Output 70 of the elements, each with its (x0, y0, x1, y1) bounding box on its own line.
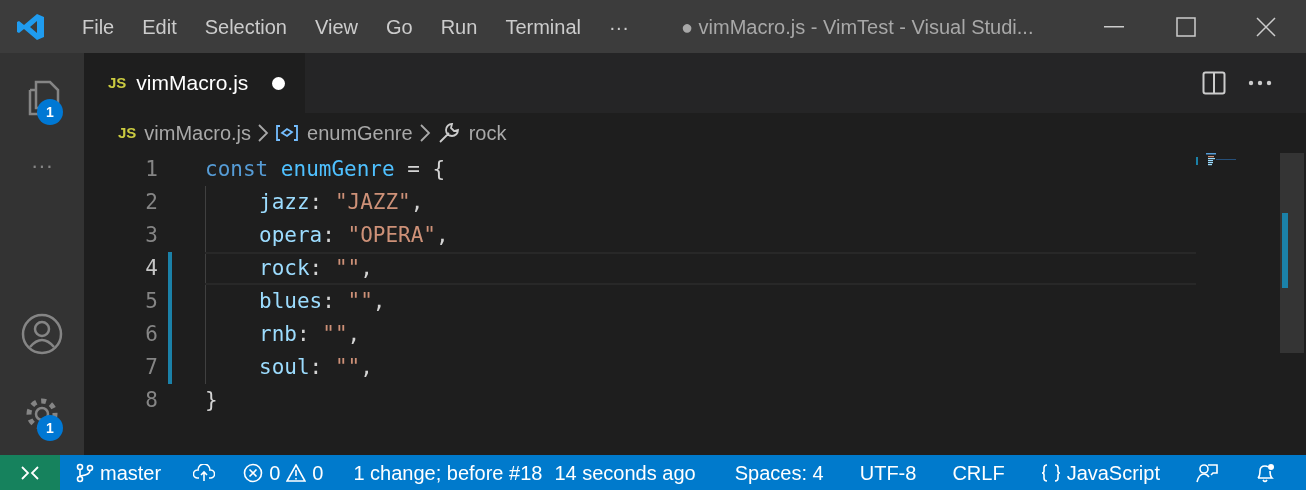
settings-button[interactable]: 1 (17, 389, 67, 439)
feedback-icon[interactable] (1196, 461, 1218, 484)
tab-label: vimMacro.js (136, 70, 249, 97)
menu-item[interactable]: Selection (190, 11, 301, 42)
code-line: rnb: "", (259, 320, 361, 348)
status-item[interactable]: CRLF (952, 457, 1005, 488)
editor-tab[interactable]: JS vimMacro.js (84, 53, 306, 113)
code-line: rock: "", (259, 254, 373, 282)
maximize-icon (1176, 16, 1196, 37)
branch-icon (76, 462, 94, 483)
line-number: 4 (144, 254, 158, 282)
split-editor-button[interactable] (1202, 71, 1226, 95)
code-line: opera: "OPERA", (259, 221, 449, 249)
status-item[interactable]: 1 change; before #18 (353, 457, 543, 488)
code-line: const enumGenre = { (205, 155, 446, 183)
menu-item[interactable]: Go (372, 11, 427, 42)
code-line: soul: "", (259, 353, 373, 381)
error-icon (243, 462, 264, 483)
close-icon (1256, 16, 1276, 37)
explorer-button[interactable]: 1 (17, 73, 67, 123)
remote-icon (20, 464, 40, 481)
code-line: jazz: "JAZZ", (259, 188, 424, 216)
app-logo-icon (16, 11, 46, 42)
code-line: blues: "", (259, 287, 386, 315)
js-file-icon: JS (118, 121, 137, 145)
status-item[interactable]: 0 (243, 457, 281, 488)
line-number: 1 (144, 155, 158, 183)
breadcrumb-item[interactable]: rock (468, 118, 507, 148)
variable-icon (275, 124, 300, 142)
menu-item[interactable]: Run (426, 11, 492, 42)
chevron-icon (257, 123, 270, 143)
split-icon (1202, 71, 1226, 95)
breadcrumb-item[interactable]: enumGenre (307, 118, 413, 148)
minimap-drawing (1196, 153, 1236, 167)
account-icon (21, 313, 63, 355)
menu-item[interactable]: File (68, 11, 129, 42)
menu-item[interactable]: View (301, 11, 372, 42)
minimize-icon (1104, 25, 1124, 28)
status-item[interactable]: JavaScript (1040, 457, 1160, 488)
notification-badge: 1 (37, 99, 63, 125)
more-icon (1248, 80, 1272, 86)
status-item[interactable]: Spaces: 4 (734, 457, 824, 488)
status-text: master (100, 460, 162, 486)
chevron-icon (418, 123, 431, 143)
menu-item[interactable]: Terminal (491, 11, 595, 42)
more-menu-button[interactable]: ··· (594, 11, 643, 42)
remote-button[interactable] (0, 455, 60, 490)
line-number: 6 (144, 320, 158, 348)
status-item[interactable]: master (76, 457, 162, 488)
line-number: 3 (144, 221, 158, 249)
status-item[interactable]: 14 seconds ago (554, 457, 696, 488)
notification-badge: 1 (37, 415, 63, 441)
status-item[interactable]: UTF-8 (859, 457, 917, 488)
window-title: ● vimMacro.js - VimTest - Visual Studi... (680, 14, 1034, 40)
braces-icon (1040, 462, 1061, 483)
line-number: 7 (144, 353, 158, 381)
code-line: } (205, 386, 218, 414)
js-file-icon: JS (108, 71, 127, 95)
breadcrumb-item[interactable]: vimMacro.js (144, 118, 252, 148)
more-actions-button[interactable] (1248, 80, 1272, 86)
status-text: 0 (269, 460, 281, 486)
warning-icon (286, 463, 307, 482)
status-item[interactable]: 0 (286, 457, 324, 488)
line-number: 2 (144, 188, 158, 216)
status-text: JavaScript (1066, 460, 1160, 486)
menu-item[interactable]: Edit (128, 11, 191, 42)
line-number: 5 (144, 287, 158, 315)
cloud-upload-icon[interactable] (193, 463, 216, 482)
line-number: 8 (144, 386, 158, 414)
status-text: 0 (312, 460, 324, 486)
